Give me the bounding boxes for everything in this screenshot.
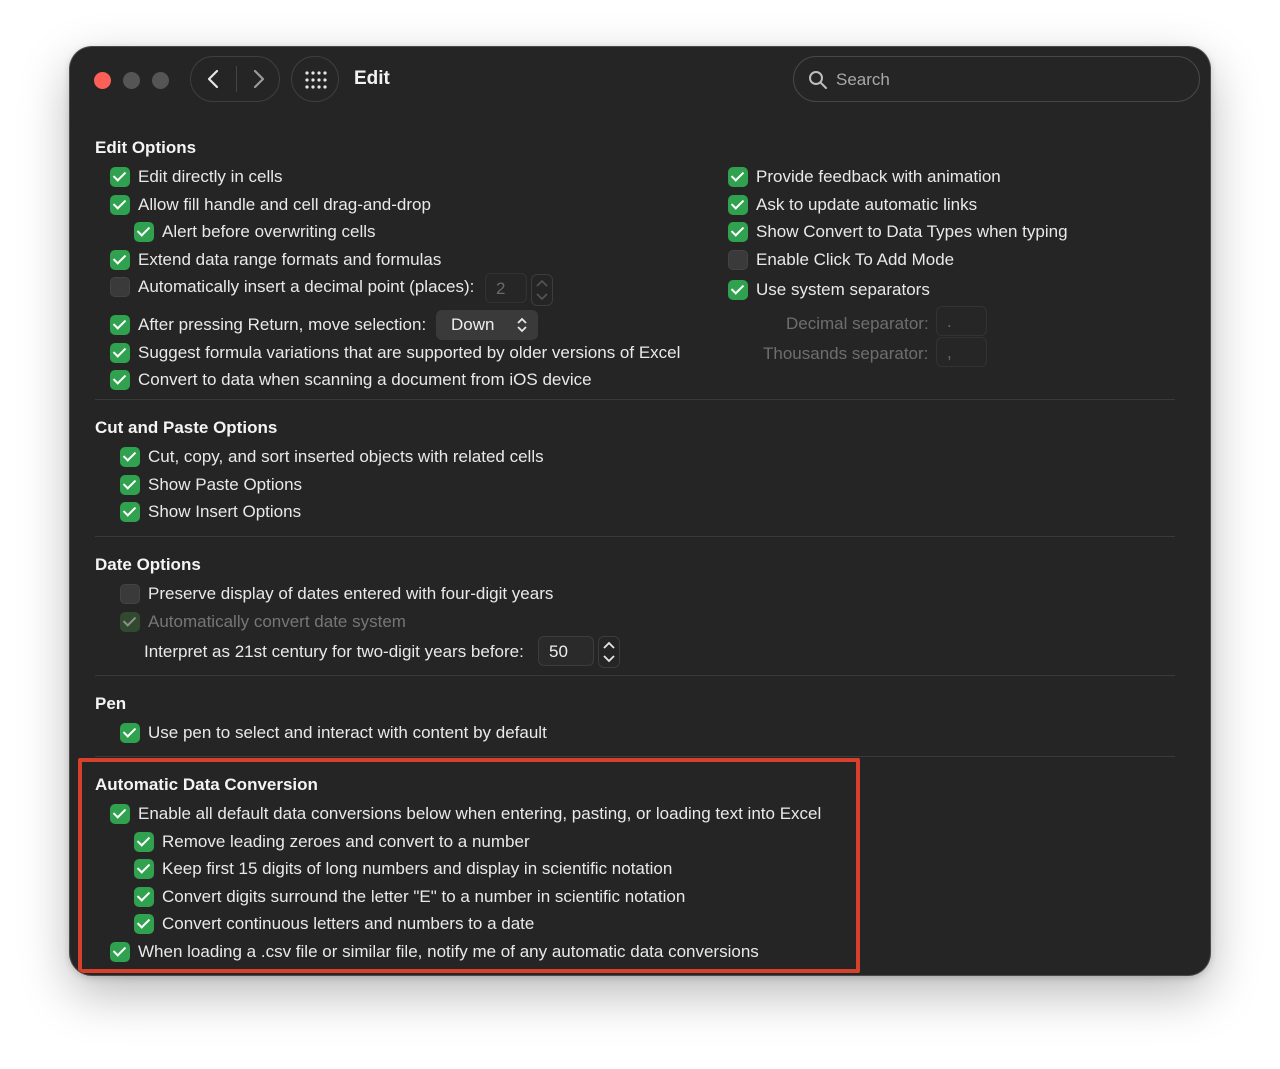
checkbox xyxy=(120,612,140,632)
move-selection-popup[interactable]: Down xyxy=(436,310,538,340)
back-button[interactable] xyxy=(201,66,227,92)
option-edit-directly-in-cells[interactable]: Edit directly in cells xyxy=(110,166,283,188)
forward-button[interactable] xyxy=(245,66,271,92)
thousands-separator-label: Thousands separator: xyxy=(763,344,929,363)
checkbox[interactable] xyxy=(728,280,748,300)
checkbox[interactable] xyxy=(110,195,130,215)
option-suggest-formula-variations[interactable]: Suggest formula variations that are supp… xyxy=(110,342,680,364)
checkbox[interactable] xyxy=(728,250,748,270)
checkbox[interactable] xyxy=(134,222,154,242)
show-all-button[interactable] xyxy=(291,56,339,102)
window-title: Edit xyxy=(354,68,390,89)
nav-divider xyxy=(236,66,237,92)
chevron-right-icon xyxy=(253,69,265,89)
option-show-convert-data-types[interactable]: Show Convert to Data Types when typing xyxy=(728,221,1068,243)
search-input[interactable] xyxy=(834,67,1178,93)
checkbox[interactable] xyxy=(110,167,130,187)
option-cut-copy-sort-objects[interactable]: Cut, copy, and sort inserted objects wit… xyxy=(120,446,544,468)
checkbox[interactable] xyxy=(120,475,140,495)
section-divider xyxy=(95,675,1175,676)
century-stepper[interactable] xyxy=(598,636,620,668)
checkbox[interactable] xyxy=(134,832,154,852)
century-field[interactable]: 50 xyxy=(538,636,594,666)
option-convert-scanning-ios[interactable]: Convert to data when scanning a document… xyxy=(110,369,592,391)
option-click-to-add-mode[interactable]: Enable Click To Add Mode xyxy=(728,249,954,271)
checkbox[interactable] xyxy=(110,942,130,962)
option-allow-fill-handle[interactable]: Allow fill handle and cell drag-and-drop xyxy=(110,194,431,216)
thousands-separator-field[interactable]: , xyxy=(936,337,987,367)
checkbox[interactable] xyxy=(110,804,130,824)
checkbox[interactable] xyxy=(728,167,748,187)
move-selection-value: Down xyxy=(451,315,495,334)
checkbox[interactable] xyxy=(110,370,130,390)
section-divider xyxy=(95,536,1175,537)
option-remove-leading-zeroes[interactable]: Remove leading zeroes and convert to a n… xyxy=(134,831,530,853)
option-convert-letters-numbers-date[interactable]: Convert continuous letters and numbers t… xyxy=(134,913,534,935)
decimal-separator-field[interactable]: . xyxy=(936,306,987,336)
navigation-group xyxy=(190,56,280,102)
checkbox[interactable] xyxy=(110,343,130,363)
close-window-button[interactable] xyxy=(94,72,111,89)
section-title-pen: Pen xyxy=(95,694,127,713)
option-feedback-animation[interactable]: Provide feedback with animation xyxy=(728,166,1001,188)
checkbox[interactable] xyxy=(728,222,748,242)
section-title-auto-conversion: Automatic Data Conversion xyxy=(95,775,318,794)
search-field[interactable] xyxy=(793,56,1200,102)
section-title-edit-options: Edit Options xyxy=(95,138,197,157)
option-keep-first-15-digits[interactable]: Keep first 15 digits of long numbers and… xyxy=(134,858,672,880)
checkbox[interactable] xyxy=(134,887,154,907)
up-down-chevron-icon xyxy=(517,317,527,333)
century-label: Interpret as 21st century for two-digit … xyxy=(144,642,524,661)
checkbox[interactable] xyxy=(110,250,130,270)
grid-icon xyxy=(305,71,327,89)
option-extend-data-range[interactable]: Extend data range formats and formulas xyxy=(110,249,441,271)
checkbox[interactable] xyxy=(110,315,130,335)
decimal-separator-label: Decimal separator: xyxy=(786,314,929,333)
preferences-window: Edit Edit Options Edit directly in cells… xyxy=(70,47,1210,975)
option-convert-digits-letter-e[interactable]: Convert digits surround the letter "E" t… xyxy=(134,886,685,908)
checkbox[interactable] xyxy=(110,277,130,297)
section-title-date-options: Date Options xyxy=(95,555,201,574)
option-notify-csv-conversions[interactable]: When loading a .csv file or similar file… xyxy=(110,941,759,963)
checkbox[interactable] xyxy=(120,447,140,467)
decimal-places-stepper[interactable] xyxy=(531,274,553,306)
title-bar: Edit xyxy=(70,47,1210,113)
option-auto-decimal-point[interactable]: Automatically insert a decimal point (pl… xyxy=(110,276,474,298)
option-preserve-four-digit-years[interactable]: Preserve display of dates entered with f… xyxy=(120,583,553,605)
option-show-insert-options[interactable]: Show Insert Options xyxy=(120,501,301,523)
checkbox[interactable] xyxy=(120,723,140,743)
option-alert-before-overwriting[interactable]: Alert before overwriting cells xyxy=(134,221,376,243)
checkbox[interactable] xyxy=(728,195,748,215)
decimal-places-field[interactable]: 2 xyxy=(485,273,527,303)
checkbox[interactable] xyxy=(120,502,140,522)
option-auto-convert-date-system: Automatically convert date system xyxy=(120,611,406,633)
option-use-system-separators[interactable]: Use system separators xyxy=(728,279,930,301)
option-after-return-move[interactable]: After pressing Return, move selection: xyxy=(110,314,426,336)
section-divider xyxy=(95,399,1175,400)
option-show-paste-options[interactable]: Show Paste Options xyxy=(120,474,302,496)
zoom-window-button[interactable] xyxy=(152,72,169,89)
stepper-arrows-icon xyxy=(603,641,615,663)
stepper-arrows-icon xyxy=(536,279,548,301)
option-update-automatic-links[interactable]: Ask to update automatic links xyxy=(728,194,977,216)
option-enable-default-conversions[interactable]: Enable all default data conversions belo… xyxy=(110,803,821,825)
checkbox[interactable] xyxy=(134,914,154,934)
option-use-pen-select[interactable]: Use pen to select and interact with cont… xyxy=(120,722,547,744)
search-icon xyxy=(809,71,827,89)
checkbox[interactable] xyxy=(120,584,140,604)
section-divider xyxy=(95,756,1175,757)
minimize-window-button[interactable] xyxy=(123,72,140,89)
chevron-left-icon xyxy=(207,69,219,89)
checkbox[interactable] xyxy=(134,859,154,879)
section-title-cut-paste: Cut and Paste Options xyxy=(95,418,278,437)
